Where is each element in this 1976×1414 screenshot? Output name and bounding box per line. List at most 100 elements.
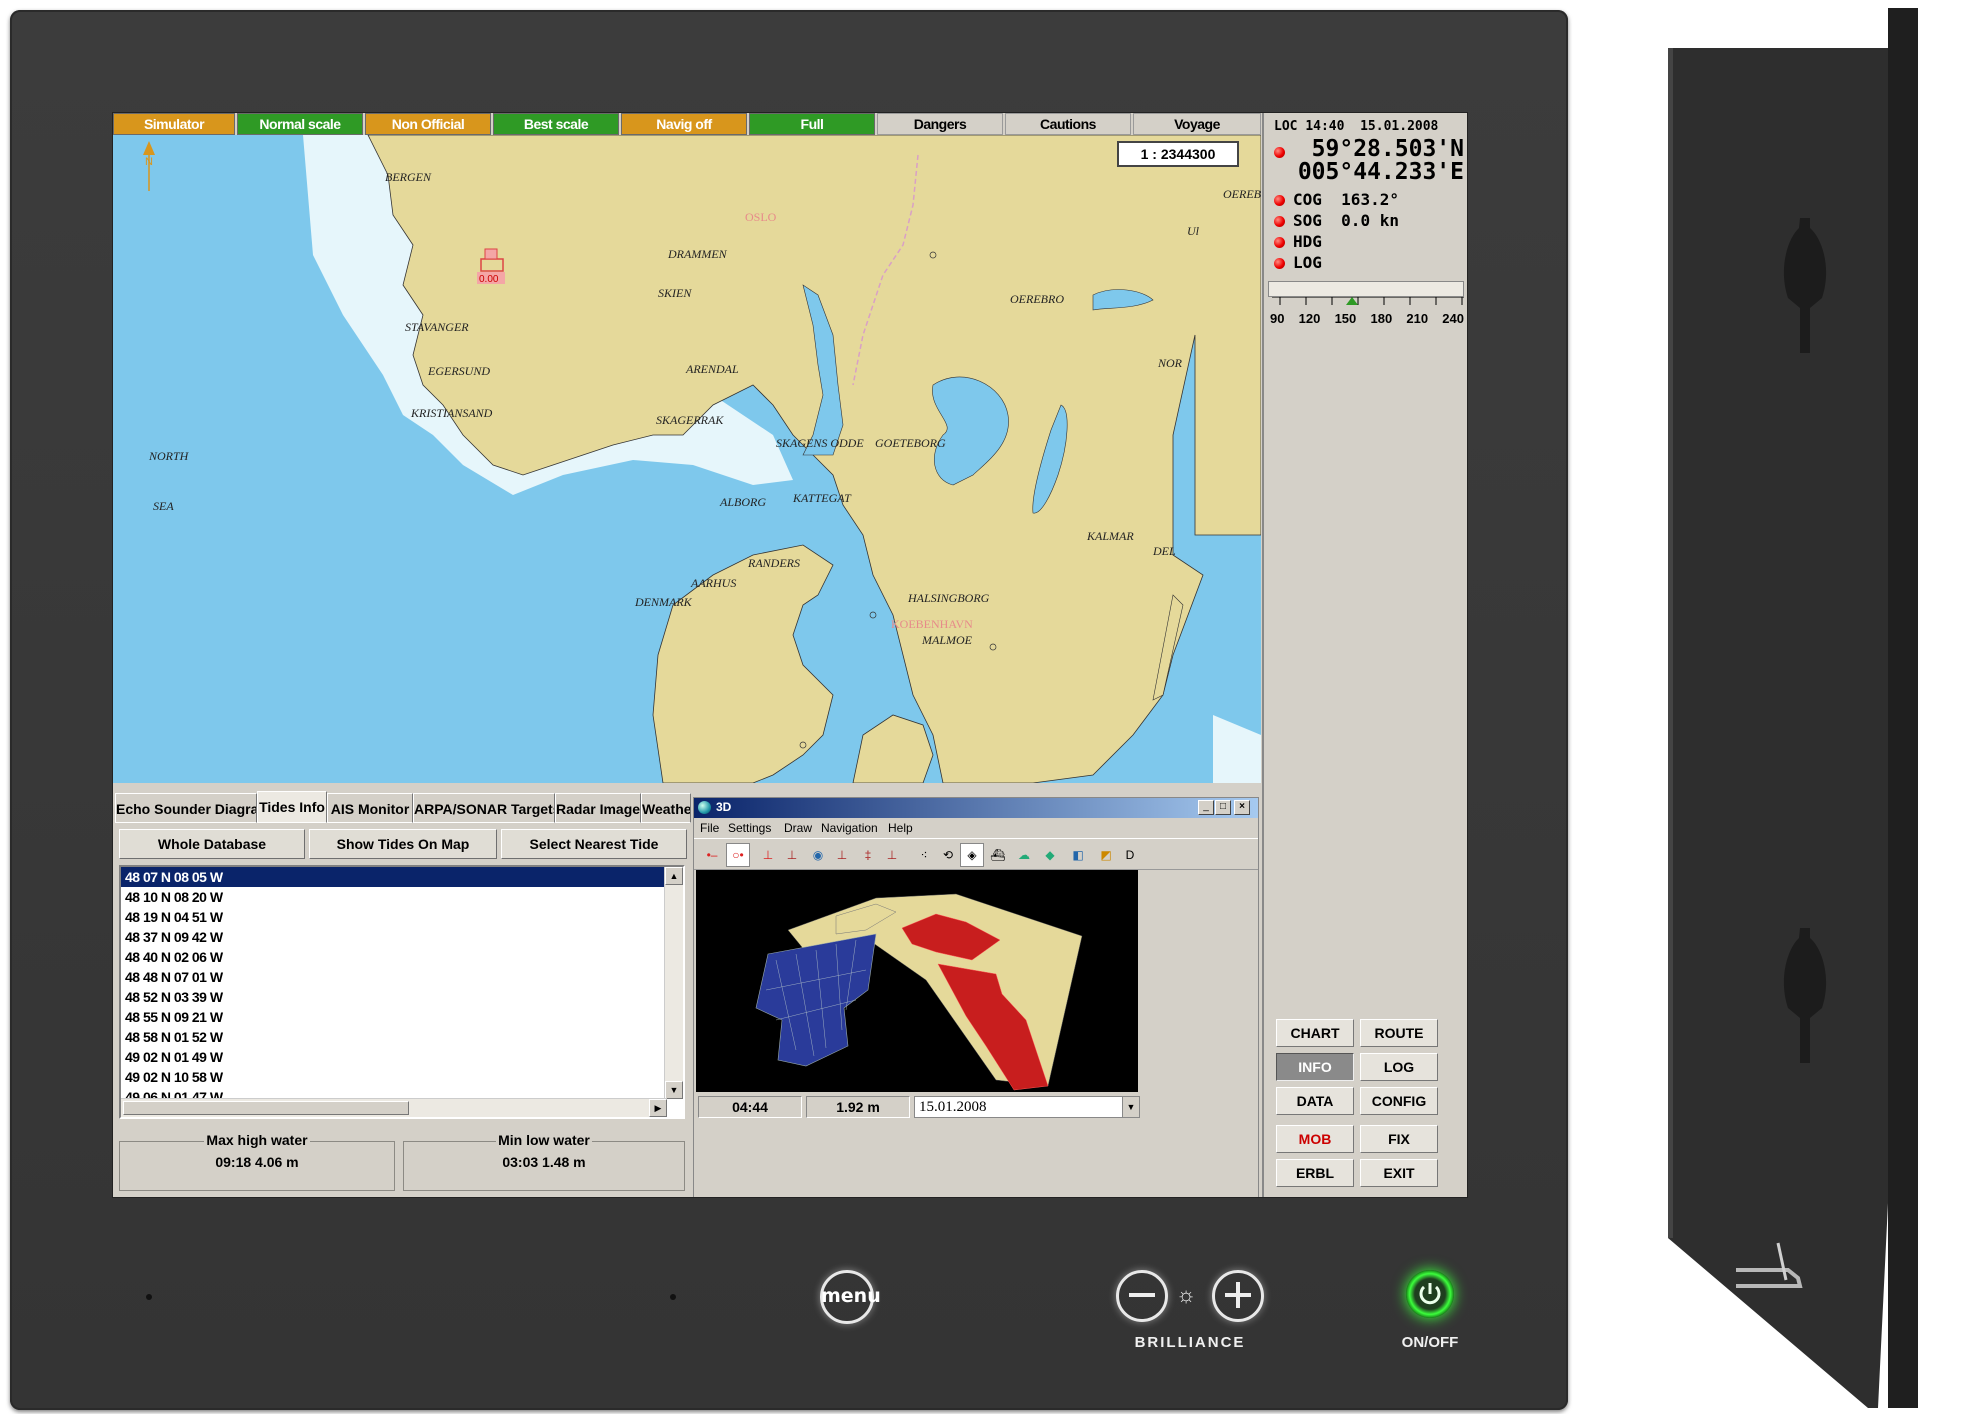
list-item[interactable]: 48 40 N 02 06 W [121,947,683,967]
dangers-button[interactable]: Dangers [877,113,1003,135]
label-koebenhavn: KOEBENHAVN [891,617,973,631]
navig-off-toggle[interactable]: Navig off [621,113,747,135]
layer-icon[interactable]: ◆ [1038,843,1062,867]
fix-button[interactable]: FIX [1360,1125,1438,1153]
vertical-scrollbar[interactable]: ▲ ▼ [664,867,683,1099]
monitor-side-view [1668,8,1918,1408]
2d-3d-toggle-icon[interactable]: D [1118,843,1142,867]
maximize-icon[interactable]: □ [1215,800,1231,815]
horizontal-scrollbar[interactable]: ▶ [121,1098,667,1117]
list-item[interactable]: 49 02 N 10 58 W [121,1067,683,1087]
obstruction-marker-icon[interactable]: ⊥ [880,843,904,867]
menu-draw[interactable]: Draw [784,818,812,838]
normal-scale-toggle[interactable]: Normal scale [237,113,363,135]
date-select[interactable]: 15.01.2008 ▼ [914,1096,1140,1118]
list-item[interactable]: 48 58 N 01 52 W [121,1027,683,1047]
voyage-button[interactable]: Voyage [1133,113,1261,135]
own-ship-speed: 0.00 [479,274,499,285]
nautical-chart[interactable]: 0.00 N BERGEN OSLO DRAMMEN SKIEN OEREBRO… [113,135,1261,783]
label-aarhus: AARHUS [690,576,736,590]
hdg-status-icon [1274,237,1285,248]
minus-icon [1129,1293,1155,1297]
tab-echo-sounder-diagram[interactable]: Echo Sounder Diagram [115,793,257,823]
window-3d-titlebar[interactable]: 3D _ □ × [694,798,1258,818]
horizontal-scroll-thumb[interactable] [123,1101,409,1115]
config-button[interactable]: CONFIG [1360,1087,1438,1115]
menu-file[interactable]: File [700,818,719,838]
list-item[interactable]: 48 52 N 03 39 W [121,987,683,1007]
tab-ais-monitor[interactable]: AIS Monitor [327,793,413,823]
menu-settings[interactable]: Settings [728,818,771,838]
label-arendal: ARENDAL [685,362,739,376]
chart-button[interactable]: CHART [1276,1019,1354,1047]
record-track-icon[interactable]: •– [700,843,724,867]
map-icon[interactable]: ◧ [1066,843,1090,867]
anchor-marker-icon[interactable]: ⊥ [830,843,854,867]
tab-tides-info[interactable]: Tides Info [257,791,327,823]
list-item[interactable]: 48 19 N 04 51 W [121,907,683,927]
label-skagens-odde: SKAGENS ODDE [776,436,864,450]
label-goeteborg: GOETEBORG [875,436,946,450]
close-icon[interactable]: × [1234,800,1250,815]
log-book-button[interactable]: LOG BOOK [1360,1053,1438,1101]
route-button[interactable]: ROUTE [1360,1019,1438,1047]
tide-station-list[interactable]: 48 07 N 08 05 W 48 10 N 08 20 W 48 19 N … [119,865,685,1119]
compass-track [1268,281,1464,297]
list-item[interactable]: 49 02 N 01 49 W [121,1047,683,1067]
tab-weather[interactable]: Weathe [641,793,691,823]
3d-bathymetry-view[interactable] [696,870,1138,1092]
tab-arpa-sonar-targets[interactable]: ARPA/SONAR Targets [413,793,555,823]
view-icon[interactable]: ◈ [960,843,984,867]
data-button[interactable]: DATA [1276,1087,1354,1115]
wreck-marker-icon[interactable]: ‡ [856,843,880,867]
minimize-icon[interactable]: _ [1198,800,1214,815]
show-tides-on-map-button[interactable]: Show Tides On Map [309,829,497,859]
latitude: 59°28.503'N [1311,136,1464,162]
cautions-button[interactable]: Cautions [1005,113,1131,135]
ship-icon[interactable]: ⛴ [986,843,1010,867]
list-item[interactable]: 48 10 N 08 20 W [121,887,683,907]
erbl-button[interactable]: ERBL [1276,1159,1354,1187]
tab-radar-image[interactable]: Radar Image [555,793,641,823]
chart-scale-box[interactable]: 1 : 2344300 [1117,141,1239,167]
brilliance-down-button[interactable] [1116,1270,1168,1322]
chevron-down-icon[interactable]: ▼ [1122,1097,1139,1117]
marker-icon[interactable]: ⊥ [756,843,780,867]
mob-button[interactable]: MOB [1276,1125,1354,1153]
full-toggle[interactable]: Full [749,113,875,135]
whole-database-button[interactable]: Whole Database [119,829,305,859]
window-3d[interactable]: 3D _ □ × File Settings Draw Navigation H… [693,797,1259,1197]
label-alborg: ALBORG [719,495,766,509]
longitude: 005°44.233'E [1297,159,1464,185]
flag-icon[interactable]: ◩ [1094,843,1118,867]
cog-status-icon [1274,195,1285,206]
scroll-down-icon[interactable]: ▼ [665,1081,683,1099]
simulator-toggle[interactable]: Simulator [113,113,235,135]
menu-button[interactable]: menu [820,1270,881,1324]
list-item[interactable]: 48 07 N 08 05 W [121,867,665,887]
terrain-icon[interactable]: ☁ [1012,843,1036,867]
brilliance-up-button[interactable] [1212,1270,1264,1322]
exit-button[interactable]: EXIT [1360,1159,1438,1187]
depth-marker-icon[interactable]: ⊥ [780,843,804,867]
non-official-toggle[interactable]: Non Official [365,113,491,135]
power-button[interactable] [1406,1270,1454,1318]
list-item[interactable]: 48 48 N 07 01 W [121,967,683,987]
info-button[interactable]: INFO [1276,1053,1354,1081]
chart-view[interactable]: 0.00 N BERGEN OSLO DRAMMEN SKIEN OEREBRO… [113,135,1261,783]
menu-navigation[interactable]: Navigation [821,818,878,838]
buoy-icon[interactable]: ◉ [806,843,830,867]
scroll-up-icon[interactable]: ▲ [665,867,683,885]
window-3d-toolbar: •– ○• ⊥ ⊥ ◉ ⊥ ‡ ⊥ ⁖ ⟲ ◈ ⛴ ☁ ◆ ◧ ◩ D [694,838,1258,870]
menu-help[interactable]: Help [888,818,913,838]
points-icon[interactable]: ⁖ [912,843,936,867]
select-nearest-tide-button[interactable]: Select Nearest Tide [501,829,687,859]
loc-row: LOC 14:40 15.01.2008 [1274,119,1439,134]
scroll-right-icon[interactable]: ▶ [649,1099,667,1117]
on-off-label: ON/OFF [1401,1334,1459,1351]
best-scale-toggle[interactable]: Best scale [493,113,619,135]
record-route-icon[interactable]: ○• [726,843,750,867]
rotate-icon[interactable]: ⟲ [936,843,960,867]
list-item[interactable]: 48 37 N 09 42 W [121,927,683,947]
list-item[interactable]: 48 55 N 09 21 W [121,1007,683,1027]
